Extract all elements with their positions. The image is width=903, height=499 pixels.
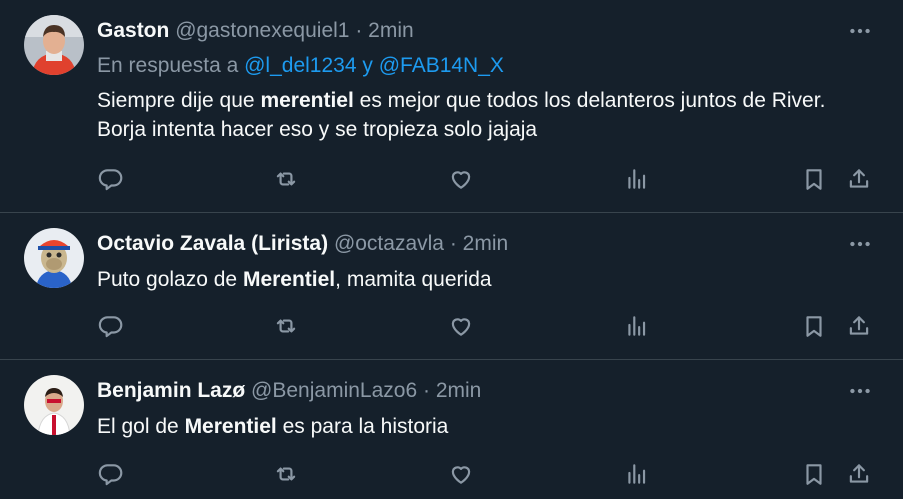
avatar[interactable] <box>24 375 84 435</box>
mention-link[interactable]: @l_del1234 <box>244 54 356 77</box>
separator: · <box>449 232 457 255</box>
tweet-text: Siempre dije que merentiel es mejor que … <box>97 86 867 144</box>
handle[interactable]: @gastonexequiel1 <box>175 19 349 42</box>
display-name[interactable]: Octavio Zavala (Lirista) <box>97 232 328 255</box>
share-icon <box>846 313 872 339</box>
retweet-icon <box>273 313 299 339</box>
retweet-icon <box>273 461 299 487</box>
bookmark-button[interactable] <box>799 164 829 194</box>
retweet-button[interactable] <box>271 311 301 341</box>
views-button[interactable] <box>622 164 652 194</box>
tweet[interactable]: Benjamin Lazø @BenjaminLazo6 · 2min El g… <box>0 360 903 499</box>
like-icon <box>448 166 474 192</box>
reply-context: En respuesta a @l_del1234 y @FAB14N_X <box>97 52 504 80</box>
handle[interactable]: @BenjaminLazo6 <box>251 379 417 402</box>
views-button[interactable] <box>622 311 652 341</box>
retweet-button[interactable] <box>271 459 301 489</box>
reply-icon <box>98 461 124 487</box>
bookmark-button[interactable] <box>799 311 829 341</box>
more-icon <box>847 231 873 257</box>
share-button[interactable] <box>844 164 874 194</box>
like-button[interactable] <box>446 164 476 194</box>
share-button[interactable] <box>844 459 874 489</box>
action-bar <box>0 311 903 341</box>
tweet-header: Gaston @gastonexequiel1 · 2min <box>97 17 414 45</box>
keyword-highlight: Merentiel <box>242 268 336 291</box>
avatar[interactable] <box>24 228 84 288</box>
keyword-highlight: merentiel <box>260 89 354 112</box>
more-button[interactable] <box>845 16 875 46</box>
handle[interactable]: @octazavla <box>334 232 444 255</box>
views-icon <box>624 461 650 487</box>
action-bar <box>0 164 903 194</box>
more-button[interactable] <box>845 229 875 259</box>
views-button[interactable] <box>622 459 652 489</box>
reply-icon <box>98 166 124 192</box>
share-button[interactable] <box>844 311 874 341</box>
retweet-icon <box>273 166 299 192</box>
reply-icon <box>98 313 124 339</box>
bookmark-icon <box>801 313 827 339</box>
mention-link[interactable]: @FAB14N_X <box>379 54 504 77</box>
bookmark-button[interactable] <box>799 459 829 489</box>
timestamp[interactable]: 2min <box>368 19 414 42</box>
like-button[interactable] <box>446 311 476 341</box>
reply-button[interactable] <box>96 459 126 489</box>
text-part: es para la historia <box>276 415 449 438</box>
like-icon <box>448 461 474 487</box>
display-name[interactable]: Benjamin Lazø <box>97 379 245 402</box>
more-button[interactable] <box>845 376 875 406</box>
like-icon <box>448 313 474 339</box>
more-icon <box>847 18 873 44</box>
separator: · <box>355 19 363 42</box>
tweet-text: El gol de Merentiel es para la historia <box>97 412 867 441</box>
retweet-button[interactable] <box>271 164 301 194</box>
text-part: Puto golazo de <box>97 268 243 291</box>
text-part: , mamita querida <box>335 268 492 291</box>
more-icon <box>847 378 873 404</box>
like-button[interactable] <box>446 459 476 489</box>
text-part: Siempre dije que <box>97 89 261 112</box>
views-icon <box>624 313 650 339</box>
tweet-header: Benjamin Lazø @BenjaminLazo6 · 2min <box>97 377 481 405</box>
tweet[interactable]: Octavio Zavala (Lirista) @octazavla · 2m… <box>0 213 903 360</box>
keyword-highlight: Merentiel <box>184 415 277 438</box>
text-part: El gol de <box>97 415 185 438</box>
bookmark-icon <box>801 461 827 487</box>
tweet[interactable]: Gaston @gastonexequiel1 · 2min En respue… <box>0 0 903 213</box>
tweet-header: Octavio Zavala (Lirista) @octazavla · 2m… <box>97 230 508 258</box>
reply-and: y <box>362 54 373 77</box>
bookmark-icon <box>801 166 827 192</box>
display-name[interactable]: Gaston <box>97 19 169 42</box>
timestamp[interactable]: 2min <box>463 232 509 255</box>
avatar[interactable] <box>24 15 84 75</box>
views-icon <box>624 166 650 192</box>
tweet-text: Puto golazo de Merentiel, mamita querida <box>97 265 867 294</box>
action-bar <box>0 459 903 489</box>
timestamp[interactable]: 2min <box>436 379 482 402</box>
separator: · <box>422 379 430 402</box>
reply-prefix: En respuesta a <box>97 54 239 77</box>
share-icon <box>846 461 872 487</box>
share-icon <box>846 166 872 192</box>
reply-button[interactable] <box>96 164 126 194</box>
reply-button[interactable] <box>96 311 126 341</box>
